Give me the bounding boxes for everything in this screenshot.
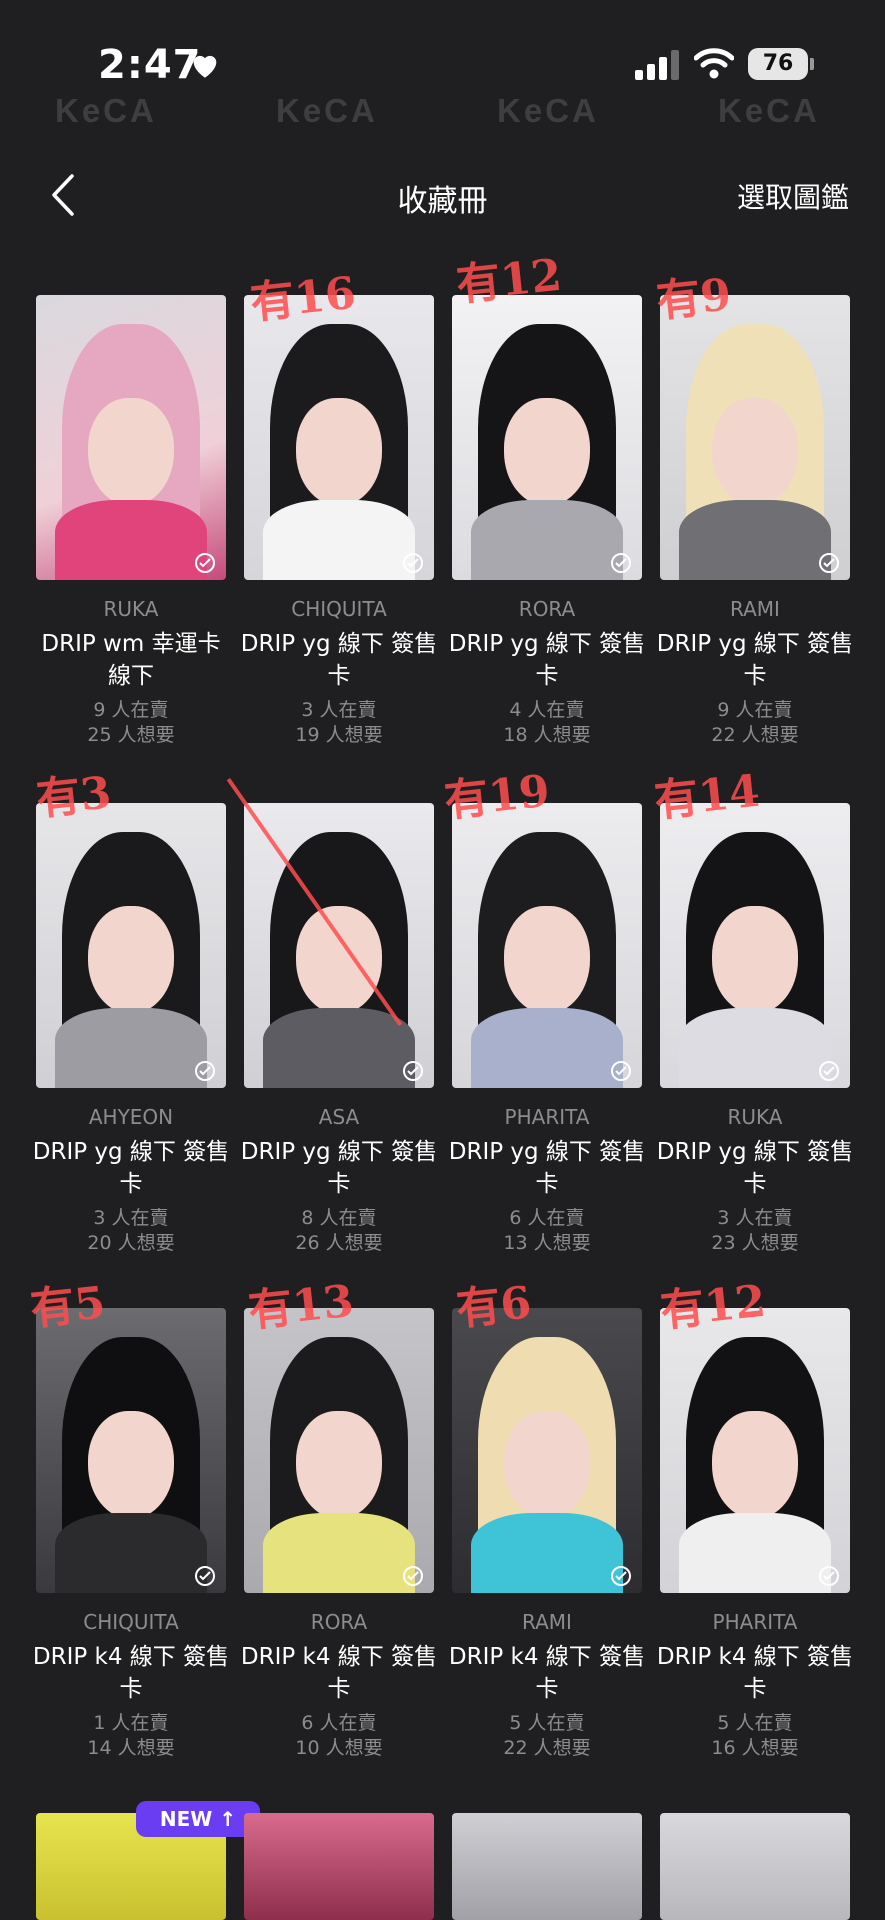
selling-count: 9 人在賣 <box>717 699 793 721</box>
member-name: CHIQUITA <box>83 1610 179 1634</box>
card-photo <box>244 1813 434 1920</box>
heart-icon <box>193 55 217 78</box>
check-icon <box>195 1061 215 1081</box>
signal-icon <box>635 50 679 80</box>
member-name: RAMI <box>522 1610 572 1634</box>
check-icon <box>819 1566 839 1586</box>
member-name: RAMI <box>730 597 780 621</box>
card-title: DRIP yg 線下 簽售卡 <box>656 631 854 689</box>
card-stats: 8 人在賣 26 人想要 <box>244 1206 434 1256</box>
member-name: RUKA <box>727 1105 783 1129</box>
card-photo <box>660 803 850 1088</box>
card-title: DRIP yg 線下 簽售卡 <box>448 1139 646 1197</box>
card-photo <box>36 295 226 580</box>
selling-count: 9 人在賣 <box>93 699 169 721</box>
check-icon <box>611 1566 631 1586</box>
card-photo <box>36 803 226 1088</box>
card-photo <box>660 1308 850 1593</box>
card-title: DRIP k4 線下 簽售卡 <box>240 1644 438 1702</box>
card-stats: 6 人在賣 10 人想要 <box>244 1711 434 1761</box>
card-title: DRIP yg 線下 簽售卡 <box>448 631 646 689</box>
check-icon <box>403 1061 423 1081</box>
check-icon <box>819 553 839 573</box>
selling-count: 5 人在賣 <box>717 1712 793 1734</box>
card-stats: 5 人在賣 16 人想要 <box>660 1711 850 1761</box>
card-photo <box>452 1813 642 1920</box>
wanting-count: 10 人想要 <box>295 1737 383 1759</box>
selling-count: 3 人在賣 <box>301 699 377 721</box>
wanting-count: 13 人想要 <box>503 1232 591 1254</box>
check-icon <box>611 1061 631 1081</box>
card-stats: 3 人在賣 23 人想要 <box>660 1206 850 1256</box>
member-name: PHARITA <box>504 1105 590 1129</box>
wanting-count: 20 人想要 <box>87 1232 175 1254</box>
check-icon <box>195 1566 215 1586</box>
card-title: DRIP k4 線下 簽售卡 <box>32 1644 230 1702</box>
card-photo <box>36 1308 226 1593</box>
card-photo <box>660 1813 850 1920</box>
card-stats: 5 人在賣 22 人想要 <box>452 1711 642 1761</box>
selling-count: 1 人在賣 <box>93 1712 169 1734</box>
selling-count: 6 人在賣 <box>509 1207 585 1229</box>
check-icon <box>819 1061 839 1081</box>
card-title: DRIP yg 線下 簽售卡 <box>240 1139 438 1197</box>
selling-count: 4 人在賣 <box>509 699 585 721</box>
new-badge: NEW ↑ <box>136 1801 260 1837</box>
card-photo <box>452 295 642 580</box>
card-stats: 9 人在賣 25 人想要 <box>36 698 226 748</box>
card-photo <box>452 803 642 1088</box>
card-stats: 1 人在賣 14 人想要 <box>36 1711 226 1761</box>
wifi-icon <box>694 48 734 79</box>
card-stats: 3 人在賣 19 人想要 <box>244 698 434 748</box>
member-name: RUKA <box>103 597 159 621</box>
member-name: RORA <box>310 1610 368 1634</box>
wanting-count: 26 人想要 <box>295 1232 383 1254</box>
card-stats: 9 人在賣 22 人想要 <box>660 698 850 748</box>
card-title: DRIP wm 幸運卡 線下 <box>41 631 221 689</box>
selling-count: 3 人在賣 <box>717 1207 793 1229</box>
card-title: DRIP yg 線下 簽售卡 <box>240 631 438 689</box>
card-photo <box>660 295 850 580</box>
card-photo <box>244 1308 434 1593</box>
selling-count: 5 人在賣 <box>509 1712 585 1734</box>
wanting-count: 14 人想要 <box>87 1737 175 1759</box>
wanting-count: 19 人想要 <box>295 724 383 746</box>
check-icon <box>403 1566 423 1586</box>
check-icon <box>195 553 215 573</box>
selling-count: 6 人在賣 <box>301 1712 377 1734</box>
check-icon <box>403 553 423 573</box>
card-stats: 6 人在賣 13 人想要 <box>452 1206 642 1256</box>
battery-indicator: 76 <box>748 48 814 80</box>
check-icon <box>611 553 631 573</box>
card-stats: 3 人在賣 20 人想要 <box>36 1206 226 1256</box>
card-photo <box>244 295 434 580</box>
status-bar: 2:47 76 <box>0 0 885 130</box>
card-title: DRIP yg 線下 簽售卡 <box>32 1139 230 1197</box>
member-name: RORA <box>518 597 576 621</box>
card-stats: 4 人在賣 18 人想要 <box>452 698 642 748</box>
select-collection-button[interactable]: 選取圖鑑 <box>737 176 849 216</box>
member-name: CHIQUITA <box>291 597 387 621</box>
wanting-count: 25 人想要 <box>87 724 175 746</box>
wanting-count: 18 人想要 <box>503 724 591 746</box>
wanting-count: 23 人想要 <box>711 1232 799 1254</box>
card-photo <box>452 1308 642 1593</box>
member-name: AHYEON <box>88 1105 174 1129</box>
card-title: DRIP yg 線下 簽售卡 <box>656 1139 854 1197</box>
member-name: ASA <box>318 1105 360 1129</box>
member-name: PHARITA <box>712 1610 798 1634</box>
wanting-count: 22 人想要 <box>711 724 799 746</box>
selling-count: 8 人在賣 <box>301 1207 377 1229</box>
nav-bar: 收藏冊 選取圖鑑 <box>0 150 885 240</box>
card-title: DRIP k4 線下 簽售卡 <box>656 1644 854 1702</box>
card-title: DRIP k4 線下 簽售卡 <box>448 1644 646 1702</box>
wanting-count: 22 人想要 <box>503 1737 591 1759</box>
wanting-count: 16 人想要 <box>711 1737 799 1759</box>
selling-count: 3 人在賣 <box>93 1207 169 1229</box>
status-time: 2:47 <box>98 42 202 88</box>
